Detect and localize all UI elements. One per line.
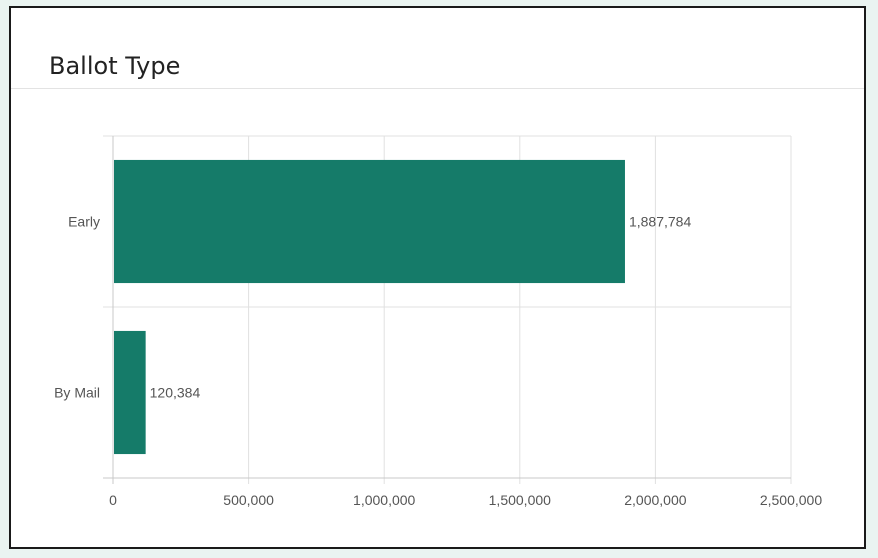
x-tick-label: 1,500,000 [489,492,551,508]
x-tick-label: 2,000,000 [624,492,686,508]
data-label: 120,384 [150,385,201,401]
x-tick-label: 500,000 [223,492,274,508]
bar-early[interactable] [114,159,625,284]
x-tick-label: 1,000,000 [353,492,415,508]
data-label: 1,887,784 [629,214,691,230]
ballot-type-bar-chart: 0 500,000 1,000,000 1,500,000 2,000,000 2,500… [54,135,822,508]
x-tick-label: 0 [109,492,117,508]
bar-by-mail[interactable] [114,330,146,455]
x-tick-label: 2,500,000 [760,492,822,508]
category-label: Early [68,214,100,230]
category-label: By Mail [54,385,100,401]
